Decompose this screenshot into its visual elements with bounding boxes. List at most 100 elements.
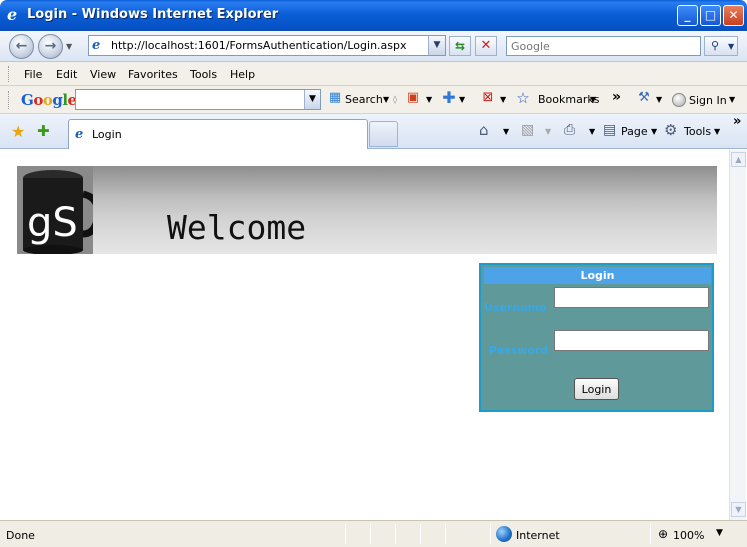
new-tab-button[interactable] [369,121,398,147]
ie-logo-icon: e [7,5,18,24]
status-divider [650,524,651,544]
back-button[interactable]: ← [9,34,34,59]
gear-icon: ⚙ [664,121,678,139]
maximize-button[interactable]: □ [700,5,721,26]
stop-button[interactable]: ✕ [475,36,497,56]
status-divider [370,524,371,544]
search-button[interactable]: ⚲ ▼ [704,36,738,56]
username-field[interactable] [554,287,709,308]
menu-help[interactable]: Help [230,68,255,81]
live-search-input[interactable] [507,37,700,55]
google-search-input[interactable]: ▼ [75,89,321,110]
vertical-scrollbar[interactable]: ▲ ▼ [729,150,746,520]
password-field[interactable] [554,330,709,351]
login-button[interactable]: Login [574,378,619,400]
menu-bar: File Edit View Favorites Tools Help [0,62,747,86]
command-more-chevron-icon[interactable]: » [733,114,741,129]
page-content: gS Welcome Login Username Password Login [5,150,729,520]
status-divider [445,524,446,544]
favorites-center-icon[interactable]: ★ [11,122,25,141]
forward-button[interactable]: → [38,34,63,59]
news-dropdown-icon[interactable]: ▼ [426,95,432,104]
internet-globe-icon [496,526,512,542]
page-banner: gS Welcome [17,166,717,254]
tab-login[interactable]: e Login [68,119,368,149]
login-panel: Login Username Password Login [479,263,714,412]
plus-icon[interactable]: ✚ [441,90,457,106]
tab-label: Login [92,128,122,141]
popup-dropdown-icon[interactable]: ▼ [500,95,506,104]
address-toolbar: ← → ▼ e http://localhost:1601/FormsAuthe… [0,31,747,62]
password-label: Password [489,344,549,357]
popup-blocker-icon[interactable]: ⊠ [480,90,496,106]
wrench-icon[interactable]: ⚒ [636,90,652,106]
menu-file[interactable]: File [24,68,42,81]
tools-dropdown-icon[interactable]: ▼ [714,127,720,136]
zoom-dropdown-icon[interactable]: ▼ [716,528,723,538]
star-icon[interactable]: ☆ [515,90,531,106]
status-text: Done [6,529,35,542]
address-bar[interactable]: e http://localhost:1601/FormsAuthenticat… [88,35,446,56]
close-button[interactable]: ✕ [723,5,744,26]
toolbar-grip[interactable] [8,91,11,109]
search-dropdown-icon[interactable]: ▼ [383,95,389,104]
google-toolbar: Google ▼ ▦ Search ▼ ◊ ▣ ▼ ✚ ▼ ⊠ ▼ ☆ Book… [0,86,747,114]
google-search-dropdown-icon[interactable]: ▼ [304,90,320,109]
home-dropdown-icon[interactable]: ▼ [503,127,509,136]
tab-bar: ★ ✚ e Login ⌂ ▼ ▧ ▼ ⎙ ▼ ▤ Page ▼ ⚙ Tools… [0,114,747,149]
zoom-level[interactable]: 100% [673,529,704,542]
page-menu-button[interactable]: Page [621,125,648,138]
minimize-button[interactable]: _ [677,5,698,26]
menu-edit[interactable]: Edit [56,68,77,81]
print-icon[interactable]: ⎙ [564,123,575,137]
coffee-mug-logo: gS [17,166,93,254]
recent-pages-dropdown-icon[interactable]: ▼ [66,42,72,51]
address-url[interactable]: http://localhost:1601/FormsAuthenticatio… [111,39,407,52]
tools-menu-button[interactable]: Tools [684,125,711,138]
live-search-box[interactable] [506,36,701,56]
toolbar-grip[interactable] [8,66,11,82]
feeds-dropdown-icon[interactable]: ▼ [545,127,551,136]
status-divider [395,524,396,544]
title-bar: e Login - Windows Internet Explorer _ □ … [0,0,747,31]
status-divider [345,524,346,544]
zoom-icon: ⊕ [658,527,669,541]
bookmarks-dropdown-icon[interactable]: ▼ [590,95,596,104]
print-dropdown-icon[interactable]: ▼ [589,127,595,136]
google-search-icon: ▦ [328,90,342,105]
status-divider [490,524,491,544]
separator-arrows-icon: ◊ [393,95,397,104]
scroll-down-arrow-icon[interactable]: ▼ [731,502,746,517]
status-divider [420,524,421,544]
security-zone[interactable]: Internet [516,529,560,542]
page-icon: e [75,127,84,142]
sign-in-dropdown-icon[interactable]: ▼ [729,95,735,104]
mug-logo-text: gS [27,200,78,246]
scroll-up-arrow-icon[interactable]: ▲ [731,152,746,167]
settings-dropdown-icon[interactable]: ▼ [656,95,662,104]
search-options-dropdown-icon[interactable]: ▼ [728,38,734,56]
menu-favorites[interactable]: Favorites [128,68,178,81]
home-icon[interactable]: ⌂ [479,123,489,138]
menu-view[interactable]: View [90,68,116,81]
plus-dropdown-icon[interactable]: ▼ [459,95,465,104]
username-label: Username [484,301,547,314]
login-panel-title: Login [484,267,711,284]
address-dropdown-icon[interactable]: ▼ [428,36,445,55]
search-icon: ⚲ [711,39,720,52]
google-logo[interactable]: Google [21,91,77,109]
coffee-mug-logo-image: gS [17,166,93,254]
sign-in-button[interactable]: Sign In [672,93,727,107]
welcome-heading: Welcome [167,208,307,247]
add-favorite-icon[interactable]: ✚ [37,122,50,140]
google-search-button[interactable]: Search [345,93,383,106]
page-icon: e [92,38,101,53]
sign-in-label: Sign In [689,94,727,107]
menu-tools[interactable]: Tools [190,68,217,81]
refresh-button[interactable]: ⇆ [449,36,471,56]
more-tools-chevron-icon[interactable]: » [612,89,621,105]
news-icon[interactable]: ▣ [405,90,421,106]
feeds-icon[interactable]: ▧ [521,123,534,137]
page-dropdown-icon[interactable]: ▼ [651,127,657,136]
window-title: Login - Windows Internet Explorer [27,7,279,22]
